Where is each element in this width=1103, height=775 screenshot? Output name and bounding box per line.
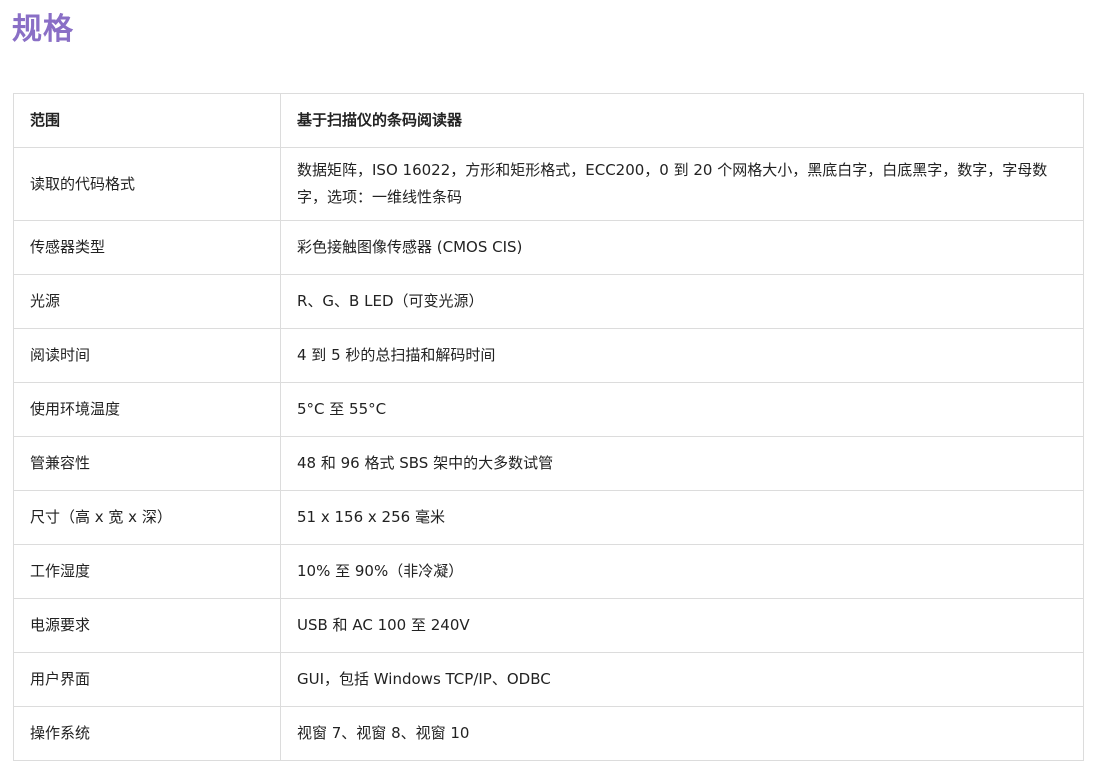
header-col2: 基于扫描仪的条码阅读器 (280, 93, 1084, 148)
table-row: 光源 R、G、B LED（可变光源） (13, 274, 1084, 329)
row-value: 51 x 156 x 256 毫米 (280, 490, 1084, 545)
table-row: 读取的代码格式 数据矩阵，ISO 16022，方形和矩形格式，ECC200，0 … (13, 147, 1084, 221)
row-label: 管兼容性 (13, 436, 281, 491)
specifications-table: 范围 基于扫描仪的条码阅读器 读取的代码格式 数据矩阵，ISO 16022，方形… (13, 93, 1084, 761)
table-row: 用户界面 GUI，包括 Windows TCP/IP、ODBC (13, 652, 1084, 707)
table-body: 读取的代码格式 数据矩阵，ISO 16022，方形和矩形格式，ECC200，0 … (13, 147, 1084, 761)
header-col1: 范围 (13, 93, 281, 148)
row-label: 用户界面 (13, 652, 281, 707)
row-value: USB 和 AC 100 至 240V (280, 598, 1084, 653)
table-row: 管兼容性 48 和 96 格式 SBS 架中的大多数试管 (13, 436, 1084, 491)
table-row: 电源要求 USB 和 AC 100 至 240V (13, 598, 1084, 653)
table-row: 操作系统 视窗 7、视窗 8、视窗 10 (13, 706, 1084, 761)
row-label: 传感器类型 (13, 220, 281, 275)
row-value: 数据矩阵，ISO 16022，方形和矩形格式，ECC200，0 到 20 个网格… (280, 147, 1084, 221)
row-label: 操作系统 (13, 706, 281, 761)
row-label: 工作湿度 (13, 544, 281, 599)
row-label: 尺寸（高 x 宽 x 深） (13, 490, 281, 545)
row-value: 彩色接触图像传感器 (CMOS CIS) (280, 220, 1084, 275)
row-label: 电源要求 (13, 598, 281, 653)
table-row: 使用环境温度 5°C 至 55°C (13, 382, 1084, 437)
row-value: 视窗 7、视窗 8、视窗 10 (280, 706, 1084, 761)
row-label: 使用环境温度 (13, 382, 281, 437)
row-value: 10% 至 90%（非冷凝） (280, 544, 1084, 599)
row-value: R、G、B LED（可变光源） (280, 274, 1084, 329)
row-label: 读取的代码格式 (13, 147, 281, 221)
page-title: 规格 (12, 12, 74, 47)
table-row: 传感器类型 彩色接触图像传感器 (CMOS CIS) (13, 220, 1084, 275)
table-row: 阅读时间 4 到 5 秒的总扫描和解码时间 (13, 328, 1084, 383)
table-header: 范围 基于扫描仪的条码阅读器 (13, 93, 1084, 148)
table-row: 尺寸（高 x 宽 x 深） 51 x 156 x 256 毫米 (13, 490, 1084, 545)
row-value: 4 到 5 秒的总扫描和解码时间 (280, 328, 1084, 383)
row-value: 5°C 至 55°C (280, 382, 1084, 437)
row-value: GUI，包括 Windows TCP/IP、ODBC (280, 652, 1084, 707)
table-row: 工作湿度 10% 至 90%（非冷凝） (13, 544, 1084, 599)
row-value: 48 和 96 格式 SBS 架中的大多数试管 (280, 436, 1084, 491)
row-label: 光源 (13, 274, 281, 329)
row-label: 阅读时间 (13, 328, 281, 383)
table-header-row: 范围 基于扫描仪的条码阅读器 (13, 93, 1084, 148)
